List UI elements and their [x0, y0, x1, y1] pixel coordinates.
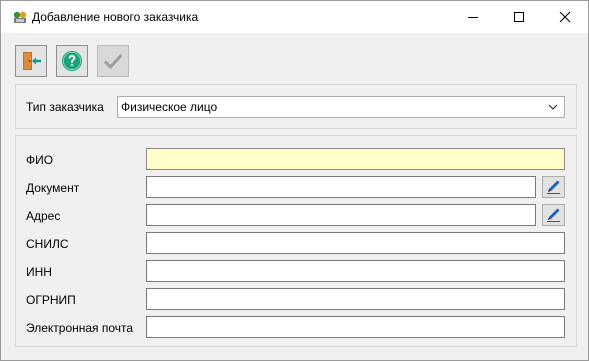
- confirm-button[interactable]: [97, 45, 129, 77]
- minimize-icon: [468, 17, 478, 18]
- customer-type-select[interactable]: Физическое лицо: [117, 96, 565, 118]
- checkmark-icon: [103, 53, 123, 70]
- snils-label: СНИЛС: [26, 237, 69, 251]
- customer-type-value: Физическое лицо: [121, 100, 218, 114]
- close-icon: [559, 11, 571, 23]
- title-bar: Добавление нового заказчика: [1, 1, 588, 33]
- email-label: Электронная почта: [26, 321, 134, 335]
- fio-label: ФИО: [26, 153, 54, 167]
- inn-input[interactable]: [146, 260, 565, 282]
- snils-input[interactable]: [146, 232, 565, 254]
- document-edit-button[interactable]: [542, 176, 565, 198]
- exit-door-icon: [23, 52, 41, 70]
- maximize-button[interactable]: [496, 1, 542, 33]
- help-icon: [62, 51, 82, 71]
- app-icon: [12, 10, 28, 24]
- address-label: Адрес: [26, 209, 61, 223]
- customer-type-label: Тип заказчика: [26, 100, 104, 114]
- pencil-icon: [547, 208, 560, 222]
- exit-button[interactable]: [15, 45, 47, 77]
- minimize-button[interactable]: [450, 1, 496, 33]
- maximize-icon: [514, 12, 524, 22]
- window-title: Добавление нового заказчика: [32, 10, 199, 24]
- ogrnip-label: ОГРНИП: [26, 293, 76, 307]
- chevron-down-icon: [548, 104, 558, 110]
- address-input[interactable]: [146, 204, 536, 226]
- close-button[interactable]: [542, 1, 588, 33]
- document-label: Документ: [26, 181, 80, 195]
- ogrnip-input[interactable]: [146, 288, 565, 310]
- address-edit-button[interactable]: [542, 204, 565, 226]
- inn-label: ИНН: [26, 265, 52, 279]
- customer-dialog-window: Добавление нового заказчика Тип заказчик…: [0, 0, 589, 361]
- document-input[interactable]: [146, 176, 536, 198]
- help-button[interactable]: [56, 45, 88, 77]
- pencil-icon: [547, 180, 560, 194]
- fio-input[interactable]: [146, 148, 565, 170]
- email-input[interactable]: [146, 316, 565, 338]
